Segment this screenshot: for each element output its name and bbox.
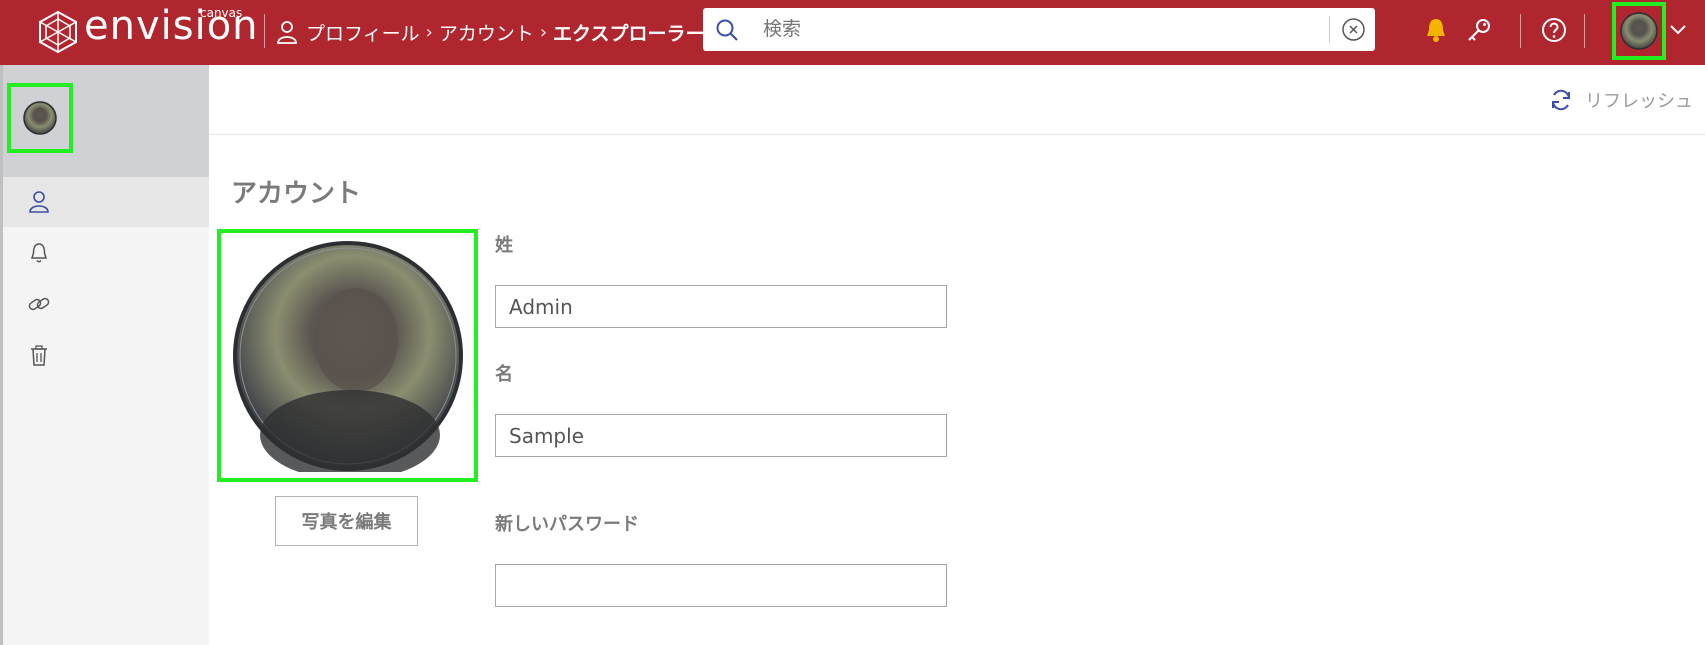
sidebar-avatar[interactable] xyxy=(7,83,73,153)
last-name-label: 姓 xyxy=(495,235,513,256)
refresh-button[interactable]: リフレッシュ xyxy=(1549,87,1693,113)
avatar xyxy=(23,101,57,135)
avatar xyxy=(1620,12,1658,50)
refresh-icon xyxy=(1552,89,1570,111)
sidebar-header xyxy=(3,65,209,177)
brand-sub: canvas xyxy=(200,6,243,20)
last-name-field[interactable] xyxy=(495,285,947,328)
bell-icon[interactable] xyxy=(1424,16,1448,44)
chevron-down-icon[interactable] xyxy=(1668,22,1688,38)
divider xyxy=(1329,16,1330,43)
key-icon[interactable] xyxy=(1465,16,1493,44)
sidebar-item-links[interactable] xyxy=(3,279,209,329)
top-bar: envision canvas プロフィール › アカウント › エクスプローラ… xyxy=(0,0,1705,65)
divider xyxy=(264,14,265,48)
divider xyxy=(1520,14,1521,48)
refresh-label: リフレッシュ xyxy=(1585,91,1693,112)
sidebar-item-notifications[interactable] xyxy=(3,228,209,278)
first-name-label: 名 xyxy=(495,364,513,385)
first-name-field[interactable] xyxy=(495,414,947,457)
envision-logo-icon xyxy=(39,10,77,54)
avatar xyxy=(232,240,463,472)
page-title: アカウント xyxy=(231,179,362,209)
user-icon xyxy=(277,21,297,44)
breadcrumb: プロフィール › アカウント › エクスプローラー xyxy=(276,16,704,48)
user-avatar-button[interactable] xyxy=(1612,2,1666,60)
breadcrumb-separator: › xyxy=(425,21,433,43)
breadcrumb-separator: › xyxy=(539,21,548,43)
toolbar: リフレッシュ xyxy=(209,65,1705,135)
user-icon xyxy=(29,191,49,213)
main-content: リフレッシュ アカウント 写真を編集 姓 名 新しいパスワード xyxy=(209,65,1705,645)
divider xyxy=(1584,14,1585,48)
search-input[interactable] xyxy=(763,14,1323,44)
bell-icon xyxy=(30,243,48,263)
search-box xyxy=(703,8,1375,51)
trash-icon xyxy=(31,345,47,366)
breadcrumb-profile[interactable]: プロフィール xyxy=(306,19,420,46)
help-icon[interactable] xyxy=(1540,16,1568,44)
new-password-field[interactable] xyxy=(495,564,947,607)
edit-photo-button[interactable]: 写真を編集 xyxy=(275,496,418,546)
new-password-label: 新しいパスワード xyxy=(495,514,639,535)
sidebar-item-account[interactable] xyxy=(3,177,209,227)
link-icon xyxy=(28,297,50,311)
breadcrumb-account[interactable]: アカウント xyxy=(439,19,534,46)
clear-icon[interactable] xyxy=(1341,17,1366,42)
profile-photo[interactable] xyxy=(217,229,478,482)
breadcrumb-explorer: エクスプローラー xyxy=(553,22,705,45)
search-icon[interactable] xyxy=(715,18,739,42)
sidebar-item-trash[interactable] xyxy=(3,330,209,380)
sidebar xyxy=(0,65,209,645)
